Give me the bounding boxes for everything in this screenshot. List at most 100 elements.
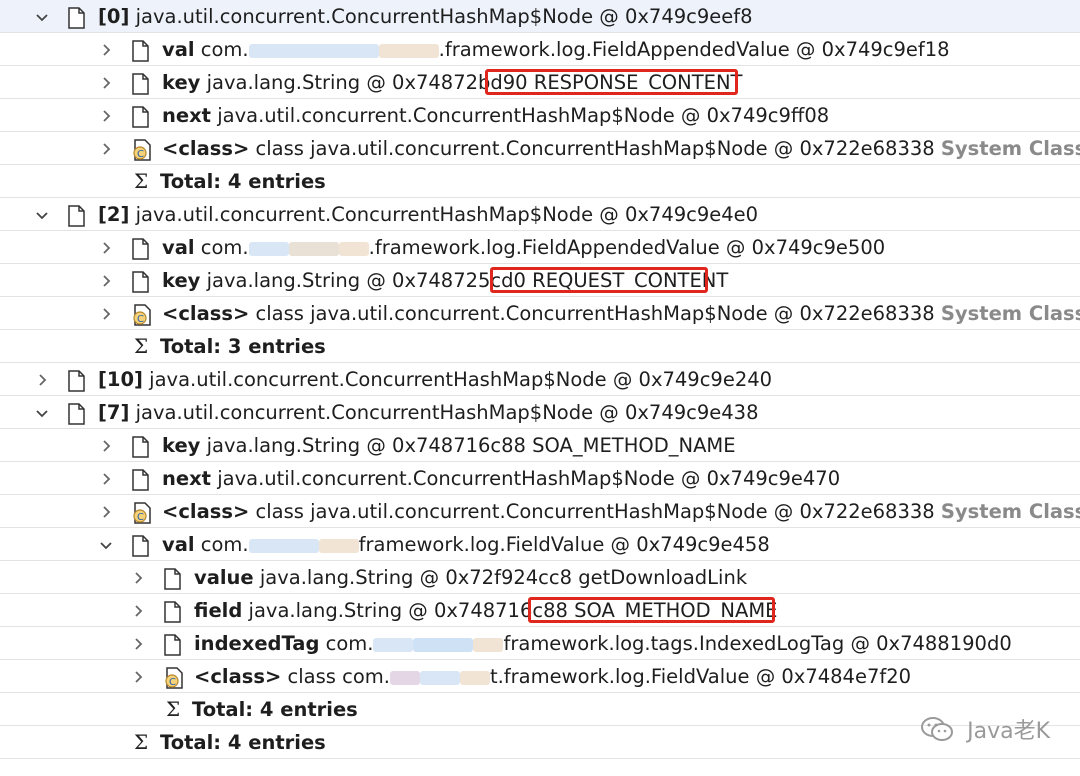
object-icon (130, 105, 150, 128)
tree-row[interactable]: field java.lang.String @ 0x748716c88 SOA… (0, 594, 1080, 627)
chevron-right-icon[interactable] (128, 660, 148, 693)
tree-row[interactable]: [2] java.util.concurrent.ConcurrentHashM… (0, 198, 1080, 231)
highlight-box (485, 69, 738, 95)
type-address: java.lang.String @ 0x74872bd90 (206, 71, 528, 94)
redacted-segment (473, 637, 504, 652)
chevron-right-icon[interactable] (96, 66, 116, 99)
field-name: next (162, 104, 212, 127)
tree-row[interactable]: next java.util.concurrent.ConcurrentHash… (0, 462, 1080, 495)
node-index: [0] (98, 5, 130, 28)
field-name: key (162, 269, 201, 292)
chevron-right-icon[interactable] (96, 462, 116, 495)
type-address: java.util.concurrent.ConcurrentHashMap$N… (217, 104, 830, 127)
tree-row[interactable]: val com. framework.log.FieldValue @ 0x749… (0, 528, 1080, 561)
total-row[interactable]: Σ Total: 4 entries (0, 693, 1080, 726)
tree-row[interactable]: [0] java.util.concurrent.ConcurrentHashM… (0, 0, 1080, 33)
row-text: [10] java.util.concurrent.ConcurrentHash… (98, 363, 772, 396)
wechat-icon (920, 716, 954, 748)
redacted-segment (338, 241, 369, 256)
type-address: java.util.concurrent.ConcurrentHashMap$N… (135, 5, 753, 28)
type-address: java.util.concurrent.ConcurrentHashMap$N… (217, 467, 841, 490)
field-name: next (162, 467, 212, 490)
type-address: java.lang.String @ 0x72f924cc8 (259, 566, 573, 589)
system-class-tag: System Class (940, 500, 1080, 523)
tree-row[interactable]: C <class> class java.util.concurrent.Conc… (0, 297, 1080, 330)
chevron-right-icon[interactable] (32, 363, 52, 396)
sigma-icon: Σ (134, 730, 149, 754)
chevron-down-icon[interactable] (32, 0, 52, 33)
type-address: java.util.concurrent.ConcurrentHashMap$N… (149, 368, 773, 391)
chevron-right-icon[interactable] (128, 627, 148, 660)
tree-row[interactable]: key java.lang.String @ 0x748725cd0 REQUE… (0, 264, 1080, 297)
chevron-right-icon[interactable] (96, 264, 116, 297)
node-index: [7] (98, 401, 130, 424)
tree-row[interactable]: next java.util.concurrent.ConcurrentHash… (0, 99, 1080, 132)
chevron-right-icon[interactable] (96, 33, 116, 66)
field-name: val (162, 38, 195, 61)
chevron-right-icon[interactable] (96, 297, 116, 330)
object-icon (130, 72, 150, 95)
chevron-right-icon[interactable] (96, 231, 116, 264)
chevron-right-icon[interactable] (96, 495, 116, 528)
object-icon (130, 270, 150, 293)
redacted-segment (419, 670, 460, 685)
row-text: <class> class java.util.concurrent.Concu… (162, 495, 1080, 528)
row-text: next java.util.concurrent.ConcurrentHash… (162, 99, 829, 132)
tree-row[interactable]: C <class> class java.util.concurrent.Conc… (0, 495, 1080, 528)
node-index: [2] (98, 203, 130, 226)
chevron-right-icon[interactable] (96, 99, 116, 132)
chevron-right-icon[interactable] (96, 429, 116, 462)
tree-row[interactable]: value java.lang.String @ 0x72f924cc8 get… (0, 561, 1080, 594)
total-row[interactable]: Σ Total: 4 entries (0, 726, 1080, 759)
type-address: class java.util.concurrent.ConcurrentHas… (255, 137, 935, 160)
object-icon (130, 468, 150, 491)
tree-row[interactable]: val com. .framework.log.FieldAppendedValu… (0, 231, 1080, 264)
object-icon (130, 435, 150, 458)
tree-row[interactable]: val com. .framework.log.FieldAppendedValu… (0, 33, 1080, 66)
tree-row[interactable]: [10] java.util.concurrent.ConcurrentHash… (0, 363, 1080, 396)
total-row[interactable]: Σ Total: 4 entries (0, 165, 1080, 198)
field-name: <class> (194, 665, 282, 688)
type-address: java.util.concurrent.ConcurrentHashMap$N… (135, 401, 759, 424)
type-address: java.lang.String @ 0x748716c88 (206, 434, 526, 457)
tree-row[interactable]: [7] java.util.concurrent.ConcurrentHashM… (0, 396, 1080, 429)
row-text: val com. .framework.log.FieldAppendedValu… (162, 33, 950, 66)
system-class-tag: System Class (940, 302, 1080, 325)
value-prefix: com. (200, 38, 249, 61)
chevron-down-icon[interactable] (32, 396, 52, 429)
object-icon (162, 600, 182, 623)
type-address: class java.util.concurrent.ConcurrentHas… (255, 302, 935, 325)
chevron-right-icon[interactable] (128, 594, 148, 627)
chevron-right-icon[interactable] (128, 561, 148, 594)
field-name: val (162, 533, 195, 556)
redacted-segment (288, 241, 339, 256)
object-icon (130, 237, 150, 260)
field-name: <class> (162, 500, 250, 523)
value-suffix: framework.log.FieldValue @ 0x749c9e458 (358, 533, 770, 556)
row-text: <class> class com. t.framework.log.FieldV… (194, 660, 911, 693)
sigma-icon: Σ (134, 169, 149, 193)
object-icon (162, 567, 182, 590)
tree-row[interactable]: C <class> class com. t.framework.log.Field… (0, 660, 1080, 693)
redacted-segment (459, 670, 490, 685)
row-text: indexedTag com. framework.log.tags.Indexe… (194, 627, 1012, 660)
system-class-tag: System Class (940, 137, 1080, 160)
tree-row[interactable]: indexedTag com. framework.log.tags.Indexe… (0, 627, 1080, 660)
row-text: value java.lang.String @ 0x72f924cc8 get… (194, 561, 747, 594)
object-tree: [0] java.util.concurrent.ConcurrentHashM… (0, 0, 1080, 759)
watermark: Java老K (920, 713, 1050, 748)
chevron-right-icon[interactable] (96, 132, 116, 165)
tree-row[interactable]: key java.lang.String @ 0x74872bd90 RESPO… (0, 66, 1080, 99)
total-row[interactable]: Σ Total: 3 entries (0, 330, 1080, 363)
type-address: class java.util.concurrent.ConcurrentHas… (255, 500, 935, 523)
value-prefix: com. (200, 236, 249, 259)
value-prefix: class com. (287, 665, 390, 688)
chevron-down-icon[interactable] (96, 528, 116, 561)
chevron-down-icon[interactable] (32, 198, 52, 231)
total-label: Total: 4 entries (192, 698, 358, 721)
string-value: SOA_METHOD_NAME (532, 434, 736, 457)
tree-row[interactable]: C <class> class java.util.concurrent.Conc… (0, 132, 1080, 165)
value-suffix: framework.log.tags.IndexedLogTag @ 0x748… (503, 632, 1012, 655)
tree-row[interactable]: key java.lang.String @ 0x748716c88 SOA_M… (0, 429, 1080, 462)
field-name: val (162, 236, 195, 259)
